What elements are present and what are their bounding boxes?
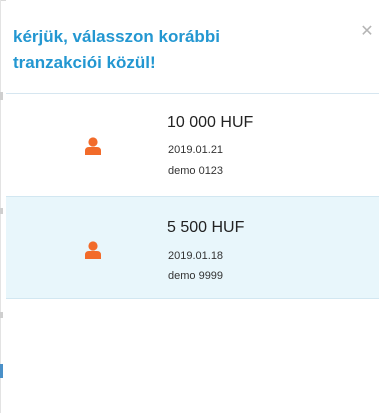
dialog-header: kérjük, válasszon korábbi tranzakciói kö…	[6, 0, 379, 94]
close-icon[interactable]: ✕	[357, 22, 377, 42]
transaction-amount: 10 000 HUF	[167, 114, 254, 131]
dialog-title-line1: kérjük, válasszon korábbi	[13, 27, 220, 46]
transaction-select-dialog: kérjük, válasszon korábbi tranzakciói kö…	[6, 0, 379, 413]
person-icon	[85, 137, 101, 155]
transaction-item-selected[interactable]: 5 500 HUF 2019.01.18 demo 9999	[6, 196, 379, 299]
dialog-title: kérjük, válasszon korábbi tranzakciói kö…	[13, 24, 313, 76]
transaction-amount: 5 500 HUF	[167, 219, 245, 236]
background-edge-mark	[0, 312, 3, 318]
transaction-date: 2019.01.21	[168, 144, 224, 156]
background-edge-mark	[0, 364, 3, 378]
background-edge-mark	[0, 208, 3, 214]
transaction-date: 2019.01.18	[168, 250, 224, 262]
backdrop-border-left	[0, 0, 1, 413]
background-edge-mark	[0, 92, 3, 100]
dialog-title-line2: tranzakciói közül!	[13, 53, 156, 72]
transaction-item[interactable]: 10 000 HUF 2019.01.21 demo 0123	[6, 94, 379, 197]
transaction-reference: demo 9999	[168, 270, 224, 282]
person-icon	[85, 241, 101, 259]
transaction-reference: demo 0123	[168, 165, 224, 177]
